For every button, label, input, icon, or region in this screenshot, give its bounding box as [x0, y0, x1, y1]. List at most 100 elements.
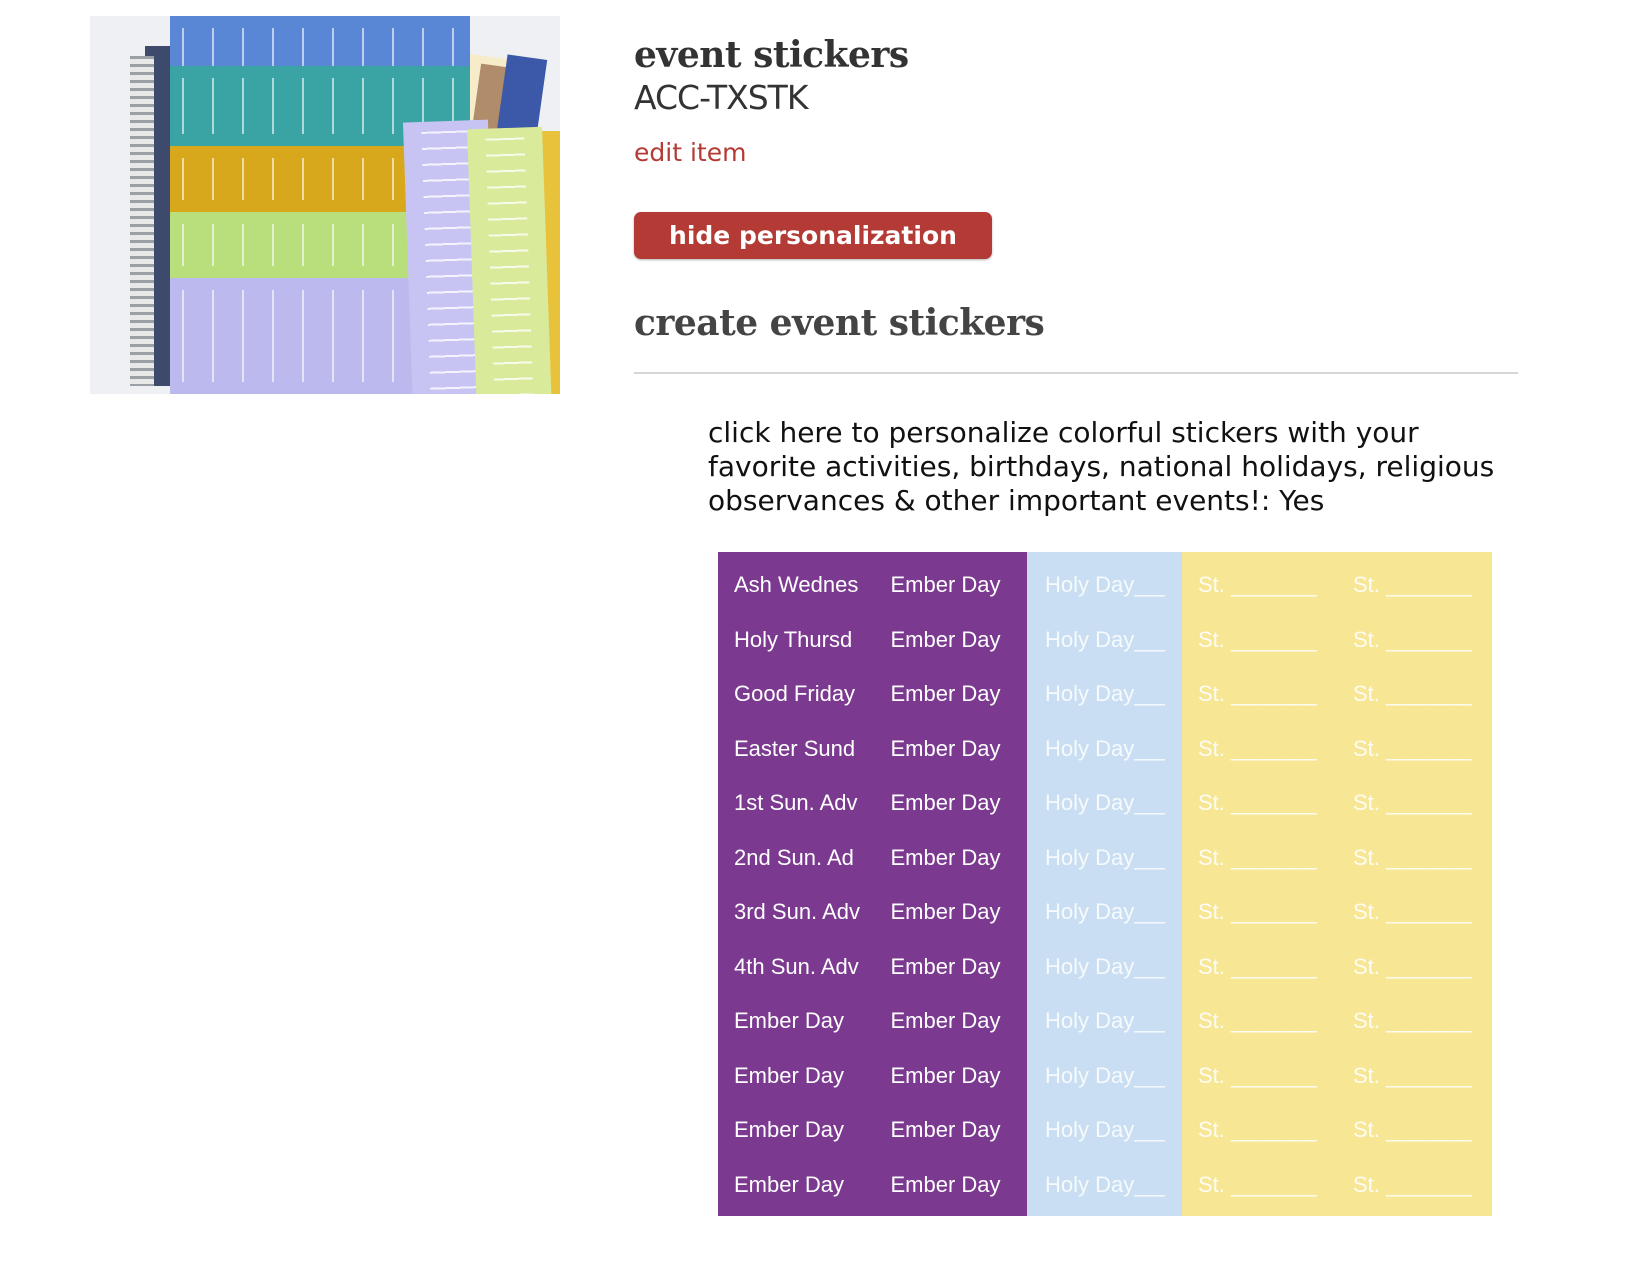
- sticker-label: 1st Sun. Adv: [734, 790, 858, 815]
- sticker-label: Holy Thursd: [734, 626, 853, 652]
- sticker-label: 2nd Sun. Ad: [734, 844, 854, 870]
- sticker-label: Holy Day___: [1045, 1171, 1165, 1197]
- sticker-label: Ash Wednes: [734, 572, 859, 597]
- sticker-label: Ember Day: [734, 1117, 845, 1142]
- sticker-label: Holy Day___: [1045, 681, 1165, 706]
- sticker-label: Ember Day: [890, 953, 1001, 979]
- sticker-label: St. _______: [1198, 953, 1317, 979]
- sticker-label: Holy Day___: [1045, 1008, 1165, 1033]
- sticker-row: Holy Day___: [1027, 1103, 1182, 1157]
- sticker-label: St. _______: [1198, 1117, 1317, 1142]
- sticker-row: Holy Thursd Ember Day: [718, 613, 1027, 667]
- sticker-label: Ember Day: [890, 790, 1001, 815]
- sticker-column-yellow: St. _______ St. _______ St. _______ St. ___…: [1182, 552, 1492, 1216]
- sticker-row: Holy Day___: [1027, 558, 1182, 612]
- sticker-row: St. _______ St. _______: [1182, 667, 1492, 721]
- sticker-label: Ember Day: [890, 626, 1001, 652]
- sticker-row: St. _______ St. _______: [1182, 1158, 1492, 1212]
- sticker-strip-lime: [467, 126, 552, 394]
- divider: [634, 372, 1518, 374]
- sticker-label: St. _______: [1353, 626, 1472, 652]
- sticker-label: St. _______: [1353, 899, 1472, 924]
- sticker-label: St. _______: [1353, 572, 1472, 597]
- sticker-label: St. _______: [1353, 735, 1472, 761]
- sticker-label: St. _______: [1198, 844, 1317, 870]
- sticker-row: Holy Day___: [1027, 831, 1182, 885]
- sticker-label: St. _______: [1353, 1171, 1472, 1197]
- sticker-row: St. _______ St. _______: [1182, 1049, 1492, 1103]
- notebook-spiral: [130, 56, 154, 386]
- sticker-row: Ember Day Ember Day: [718, 1158, 1027, 1212]
- sticker-row: Holy Day___: [1027, 776, 1182, 830]
- sticker-row: St. _______ St. _______: [1182, 885, 1492, 939]
- hide-personalization-button[interactable]: hide personalization: [634, 212, 992, 259]
- sticker-label: St. _______: [1353, 790, 1472, 815]
- sticker-preview: Ash Wednes Ember Day Holy Thursd Ember Day G…: [718, 552, 1492, 1216]
- sticker-row: St. _______ St. _______: [1182, 613, 1492, 667]
- sticker-row: Ember Day Ember Day: [718, 994, 1027, 1048]
- sticker-column-blue: Holy Day___ Holy Day___ Holy Day___ Holy Da…: [1027, 552, 1182, 1216]
- sticker-label: St. _______: [1198, 1062, 1317, 1088]
- sticker-row: St. _______ St. _______: [1182, 558, 1492, 612]
- sticker-label: Ember Day: [734, 1171, 845, 1197]
- sticker-label: Ember Day: [890, 899, 1001, 924]
- sticker-row: 3rd Sun. Adv Ember Day: [718, 885, 1027, 939]
- product-image: [90, 16, 560, 394]
- sticker-row: Holy Day___: [1027, 722, 1182, 776]
- sticker-row: Holy Day___: [1027, 940, 1182, 994]
- sticker-label: St. _______: [1353, 953, 1472, 979]
- sticker-label: St. _______: [1353, 844, 1472, 870]
- sticker-label: Holy Day___: [1045, 1062, 1165, 1088]
- sticker-label: St. _______: [1198, 899, 1317, 924]
- sticker-column-purple: Ash Wednes Ember Day Holy Thursd Ember Day G…: [718, 552, 1027, 1216]
- sticker-row: Ash Wednes Ember Day: [718, 558, 1027, 612]
- sticker-row: 1st Sun. Adv Ember Day: [718, 776, 1027, 830]
- sticker-label: St. _______: [1198, 790, 1317, 815]
- sticker-label: Good Friday: [734, 681, 856, 706]
- sticker-row: 2nd Sun. Ad Ember Day: [718, 831, 1027, 885]
- sticker-row: St. _______ St. _______: [1182, 831, 1492, 885]
- sticker-label: Ember Day: [890, 1062, 1001, 1088]
- sticker-row: Holy Day___: [1027, 613, 1182, 667]
- sticker-label: St. _______: [1353, 1062, 1472, 1088]
- sticker-label: Holy Day___: [1045, 735, 1165, 761]
- sticker-row: St. _______ St. _______: [1182, 940, 1492, 994]
- sticker-label: St. _______: [1198, 572, 1317, 597]
- sticker-label: Holy Day___: [1045, 844, 1165, 870]
- sticker-label: Ember Day: [890, 735, 1001, 761]
- sticker-label: Ember Day: [890, 681, 1001, 706]
- sticker-row: Holy Day___: [1027, 885, 1182, 939]
- sticker-row: Holy Day___: [1027, 1158, 1182, 1212]
- personalize-option-text[interactable]: click here to personalize colorful stick…: [708, 416, 1508, 518]
- sticker-label: St. _______: [1353, 681, 1472, 706]
- sticker-label: Ember Day: [890, 572, 1001, 597]
- sticker-label: St. _______: [1353, 1117, 1472, 1142]
- sticker-row: Ember Day Ember Day: [718, 1103, 1027, 1157]
- sticker-label: St. _______: [1353, 1008, 1472, 1033]
- sticker-label: St. _______: [1198, 626, 1317, 652]
- sticker-label: Ember Day: [890, 1171, 1001, 1197]
- sticker-row: St. _______ St. _______: [1182, 722, 1492, 776]
- sticker-label: 4th Sun. Adv: [734, 953, 859, 979]
- sticker-label: Easter Sund: [734, 735, 856, 761]
- product-sku: ACC-TXSTK: [634, 78, 808, 117]
- sticker-label: Holy Day___: [1045, 572, 1165, 597]
- sticker-label: Holy Day___: [1045, 953, 1165, 979]
- sticker-row: Holy Day___: [1027, 667, 1182, 721]
- sticker-row: Holy Day___: [1027, 994, 1182, 1048]
- sticker-label: Ember Day: [890, 1008, 1001, 1033]
- edit-item-link[interactable]: edit item: [634, 138, 746, 167]
- sticker-label: Holy Day___: [1045, 790, 1165, 815]
- sticker-row: Ember Day Ember Day: [718, 1049, 1027, 1103]
- section-title: create event stickers: [634, 302, 1045, 344]
- sticker-label: St. _______: [1198, 681, 1317, 706]
- sticker-label: Ember Day: [890, 844, 1001, 870]
- sticker-label: Ember Day: [734, 1062, 845, 1088]
- sticker-label: Holy Day___: [1045, 899, 1165, 924]
- sticker-row: St. _______ St. _______: [1182, 1103, 1492, 1157]
- sticker-label: St. _______: [1198, 735, 1317, 761]
- sticker-row: 4th Sun. Adv Ember Day: [718, 940, 1027, 994]
- sticker-label: Holy Day___: [1045, 1117, 1165, 1142]
- sticker-row: Easter Sund Ember Day: [718, 722, 1027, 776]
- sticker-label: Ember Day: [734, 1008, 845, 1033]
